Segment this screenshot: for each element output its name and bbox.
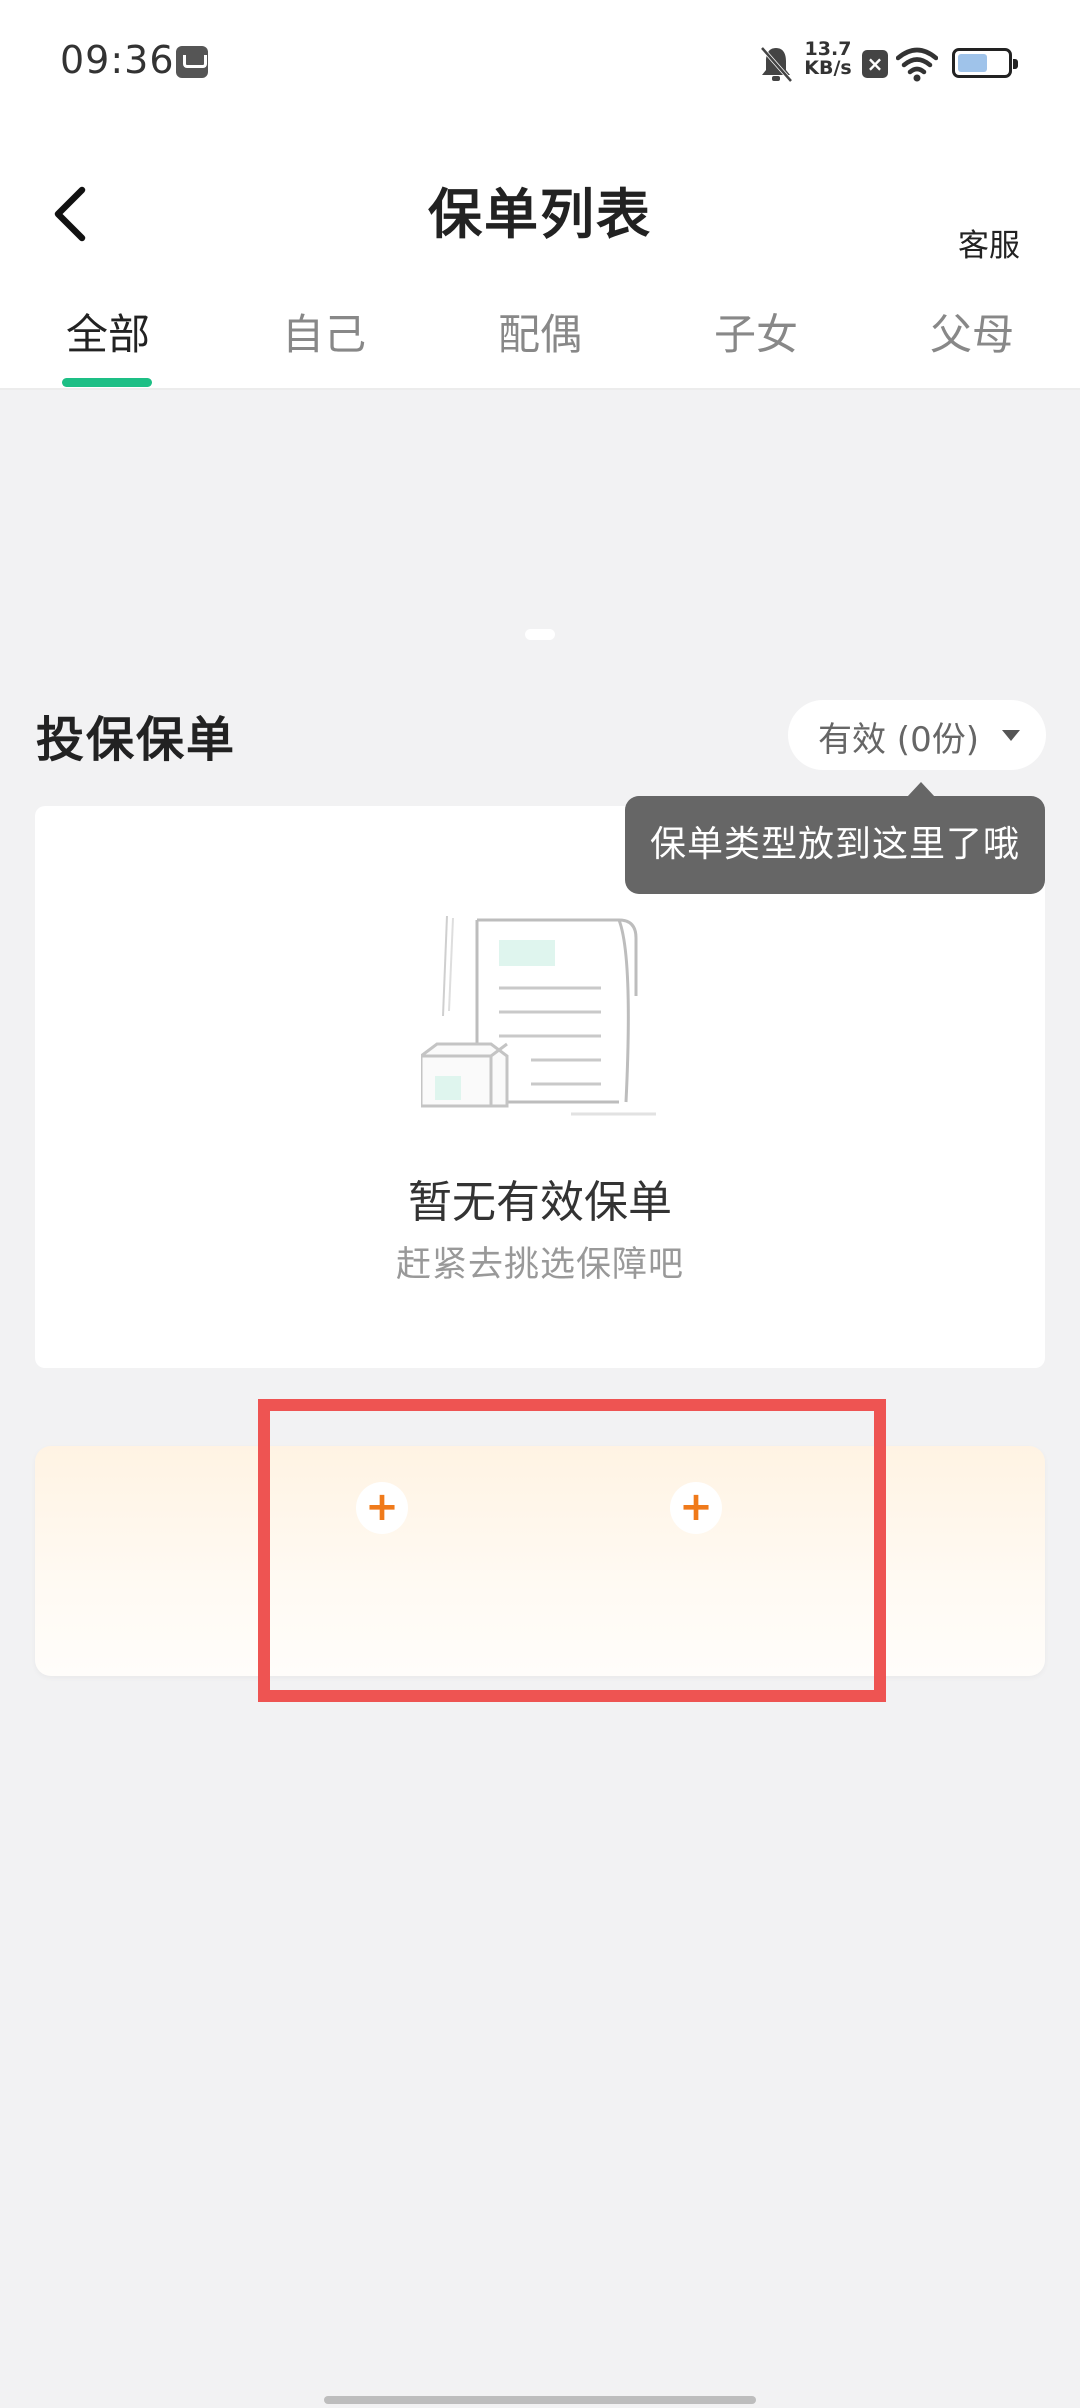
section-title: 投保保单 <box>36 712 237 768</box>
caret-down-icon <box>1002 730 1020 741</box>
plus-icon: + <box>365 1484 399 1530</box>
banner-page-indicator <box>525 629 555 640</box>
tab-indicator <box>62 378 152 387</box>
add-policy-card: + + <box>35 1446 1045 1676</box>
home-indicator[interactable] <box>324 2396 756 2404</box>
tab-parents[interactable]: 父母 <box>864 300 1080 390</box>
customer-service-button[interactable]: 客服 <box>958 220 1020 265</box>
empty-state-subtitle: 赶紧去挑选保障吧 <box>395 1245 684 1285</box>
tab-bar: 全部 自己 配偶 子女 父母 <box>0 300 1080 390</box>
tab-spouse[interactable]: 配偶 <box>432 300 648 390</box>
network-speed: 13.7 KB/s <box>802 40 854 78</box>
empty-state-title: 暂无有效保单 <box>408 1177 672 1228</box>
battery-icon <box>952 48 1018 78</box>
tab-self[interactable]: 自己 <box>216 300 432 390</box>
box-icon <box>176 46 208 78</box>
status-bar: 09:36 13.7 KB/s × <box>0 0 1080 130</box>
policy-list-screen: 09:36 13.7 KB/s × 保单列表 客服 全部 自己 配偶 子女 父母… <box>0 0 1080 2408</box>
plus-icon: + <box>679 1484 713 1530</box>
tab-children[interactable]: 子女 <box>648 300 864 390</box>
header: 保单列表 客服 全部 自己 配偶 子女 父母 <box>0 130 1080 390</box>
filter-tooltip: 保单类型放到这里了哦 <box>625 782 1045 894</box>
page-title: 保单列表 <box>428 183 652 246</box>
tab-all[interactable]: 全部 <box>0 300 216 390</box>
wifi-icon <box>896 47 938 82</box>
battery-level <box>958 54 987 72</box>
sim-x-icon: × <box>862 50 888 78</box>
add-policy-button-1[interactable]: + <box>356 1482 408 1534</box>
empty-document-illustration <box>421 916 656 1116</box>
mute-bell-icon <box>760 46 793 83</box>
filter-label: 有效 (0份) <box>818 720 979 760</box>
status-time: 09:36 <box>60 38 175 82</box>
add-policy-button-2[interactable]: + <box>670 1482 722 1534</box>
chevron-left-icon <box>54 186 86 242</box>
status-filter-dropdown[interactable]: 有效 (0份) <box>788 700 1046 770</box>
network-speed-unit: KB/s <box>804 57 852 79</box>
back-button[interactable] <box>42 170 112 256</box>
